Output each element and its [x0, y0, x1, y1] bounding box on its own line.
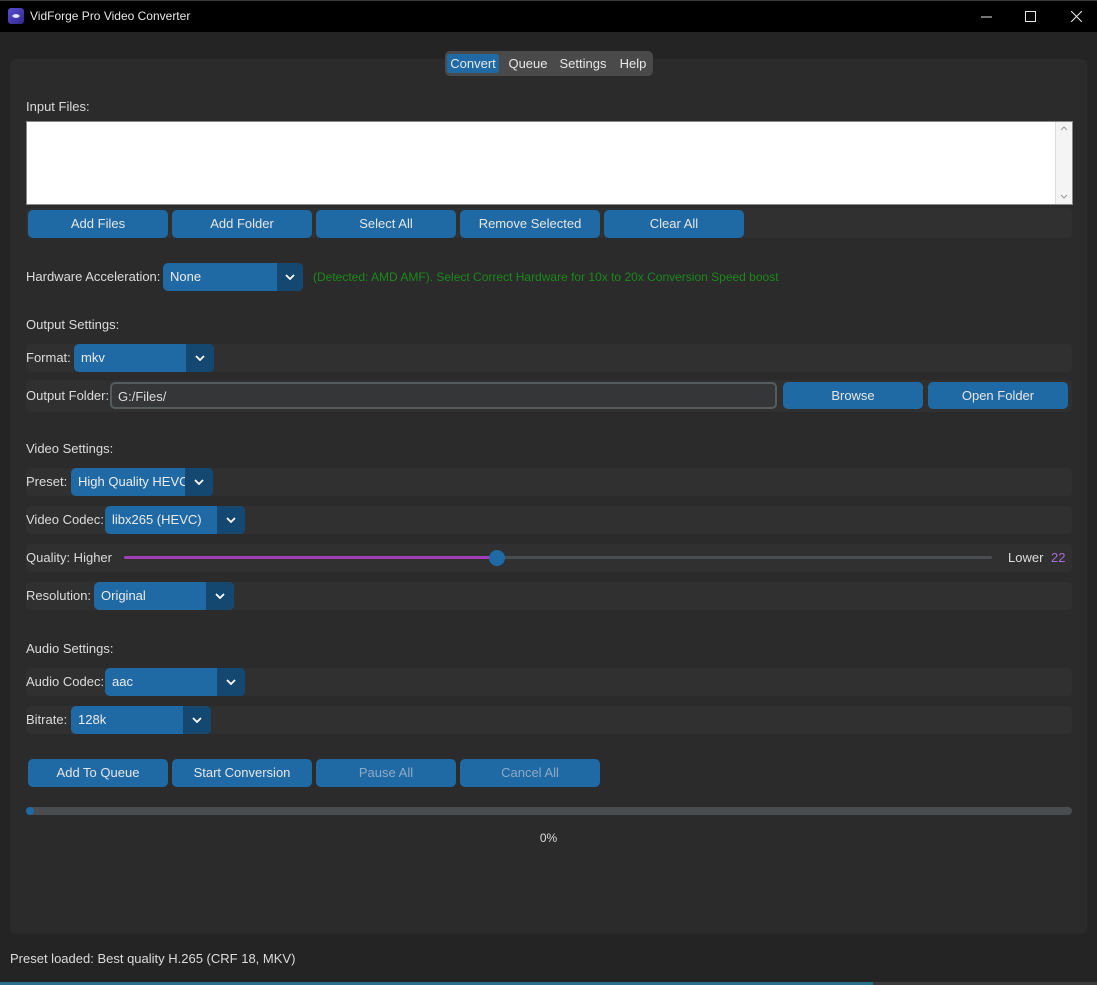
- output-folder-input[interactable]: G:/Files/: [110, 382, 777, 409]
- select-all-button[interactable]: Select All: [316, 210, 456, 238]
- quality-slider-thumb[interactable]: [489, 550, 505, 566]
- input-file-list[interactable]: [26, 121, 1073, 205]
- quality-label: Quality: Higher: [26, 550, 112, 565]
- output-folder-label: Output Folder:: [26, 388, 110, 403]
- minimize-button[interactable]: [963, 1, 1009, 32]
- window-title: VidForge Pro Video Converter: [30, 9, 191, 23]
- start-conversion-button[interactable]: Start Conversion: [172, 759, 312, 787]
- video-codec-value: libx265 (HEVC): [112, 512, 202, 527]
- input-files-label: Input Files:: [26, 99, 90, 114]
- bitrate-select[interactable]: 128k: [71, 706, 211, 734]
- video-codec-dropdown-button[interactable]: [217, 506, 245, 534]
- hardware-acceleration-label: Hardware Acceleration:: [26, 269, 161, 284]
- video-codec-select[interactable]: libx265 (HEVC): [105, 506, 245, 534]
- pause-all-button[interactable]: Pause All: [316, 759, 456, 787]
- add-to-queue-button[interactable]: Add To Queue: [28, 759, 168, 787]
- scroll-up-icon[interactable]: [1060, 125, 1068, 131]
- video-codec-label: Video Codec:: [26, 512, 104, 527]
- audio-codec-select[interactable]: aac: [105, 668, 245, 696]
- title-bar: VidForge Pro Video Converter: [0, 0, 1097, 32]
- chevron-down-icon: [194, 479, 204, 485]
- add-folder-button[interactable]: Add Folder: [172, 210, 312, 238]
- clear-all-button[interactable]: Clear All: [604, 210, 744, 238]
- chevron-down-icon: [195, 355, 205, 361]
- resolution-dropdown-button[interactable]: [206, 582, 234, 610]
- close-icon: [1070, 11, 1082, 22]
- audio-codec-dropdown-button[interactable]: [217, 668, 245, 696]
- minimize-icon: [980, 16, 992, 18]
- tab-queue[interactable]: Queue: [503, 54, 553, 73]
- add-files-button[interactable]: Add Files: [28, 210, 168, 238]
- cancel-all-button[interactable]: Cancel All: [460, 759, 600, 787]
- file-list-scrollbar[interactable]: [1055, 122, 1072, 204]
- audio-codec-value: aac: [112, 674, 133, 689]
- format-value: mkv: [81, 350, 105, 365]
- video-settings-heading: Video Settings:: [26, 441, 114, 456]
- audio-codec-label: Audio Codec:: [26, 674, 105, 689]
- browse-button[interactable]: Browse: [783, 382, 923, 409]
- chevron-down-icon: [215, 593, 225, 599]
- quality-lower-label: Lower: [1008, 550, 1044, 565]
- hardware-acceleration-select[interactable]: None: [163, 263, 303, 291]
- preset-label: Preset:: [26, 474, 68, 489]
- hardware-hint-text: (Detected: AMD AMF). Select Correct Hard…: [313, 270, 779, 284]
- audio-settings-heading: Audio Settings:: [26, 641, 114, 656]
- app-logo-icon: [8, 8, 24, 24]
- format-label: Format:: [26, 350, 71, 365]
- preset-dropdown-button[interactable]: [185, 468, 213, 496]
- maximize-button[interactable]: [1007, 1, 1053, 32]
- open-folder-button[interactable]: Open Folder: [928, 382, 1068, 409]
- output-settings-heading: Output Settings:: [26, 317, 120, 332]
- chevron-down-icon: [285, 274, 295, 280]
- resolution-value: Original: [101, 588, 146, 603]
- progress-bar: [26, 807, 1072, 815]
- bitrate-label: Bitrate:: [26, 712, 68, 727]
- scroll-down-icon[interactable]: [1060, 194, 1068, 200]
- quality-slider-fill: [124, 556, 497, 559]
- format-select[interactable]: mkv: [74, 344, 214, 372]
- preset-value: High Quality HEVC: [78, 474, 189, 489]
- progress-bar-fill: [26, 807, 34, 815]
- maximize-icon: [1024, 11, 1036, 22]
- hardware-dropdown-button[interactable]: [277, 263, 303, 291]
- bitrate-dropdown-button[interactable]: [183, 706, 211, 734]
- tab-help[interactable]: Help: [615, 54, 651, 73]
- chevron-down-icon: [226, 679, 236, 685]
- tab-settings[interactable]: Settings: [555, 54, 611, 73]
- preset-select[interactable]: High Quality HEVC: [71, 468, 213, 496]
- remove-selected-button[interactable]: Remove Selected: [460, 210, 600, 238]
- quality-value: 22: [1051, 550, 1066, 565]
- chevron-down-icon: [192, 717, 202, 723]
- progress-percent: 0%: [539, 831, 558, 845]
- status-text: Preset loaded: Best quality H.265 (CRF 1…: [10, 951, 296, 966]
- tab-bar: Convert Queue Settings Help: [445, 51, 653, 76]
- chevron-down-icon: [226, 517, 236, 523]
- close-button[interactable]: [1053, 1, 1097, 32]
- tab-convert[interactable]: Convert: [447, 54, 499, 73]
- resolution-select[interactable]: Original: [94, 582, 234, 610]
- bitrate-value: 128k: [78, 712, 107, 727]
- output-folder-value: G:/Files/: [118, 389, 167, 404]
- hardware-acceleration-value: None: [170, 269, 202, 284]
- resolution-label: Resolution:: [26, 588, 92, 603]
- format-dropdown-button[interactable]: [186, 344, 214, 372]
